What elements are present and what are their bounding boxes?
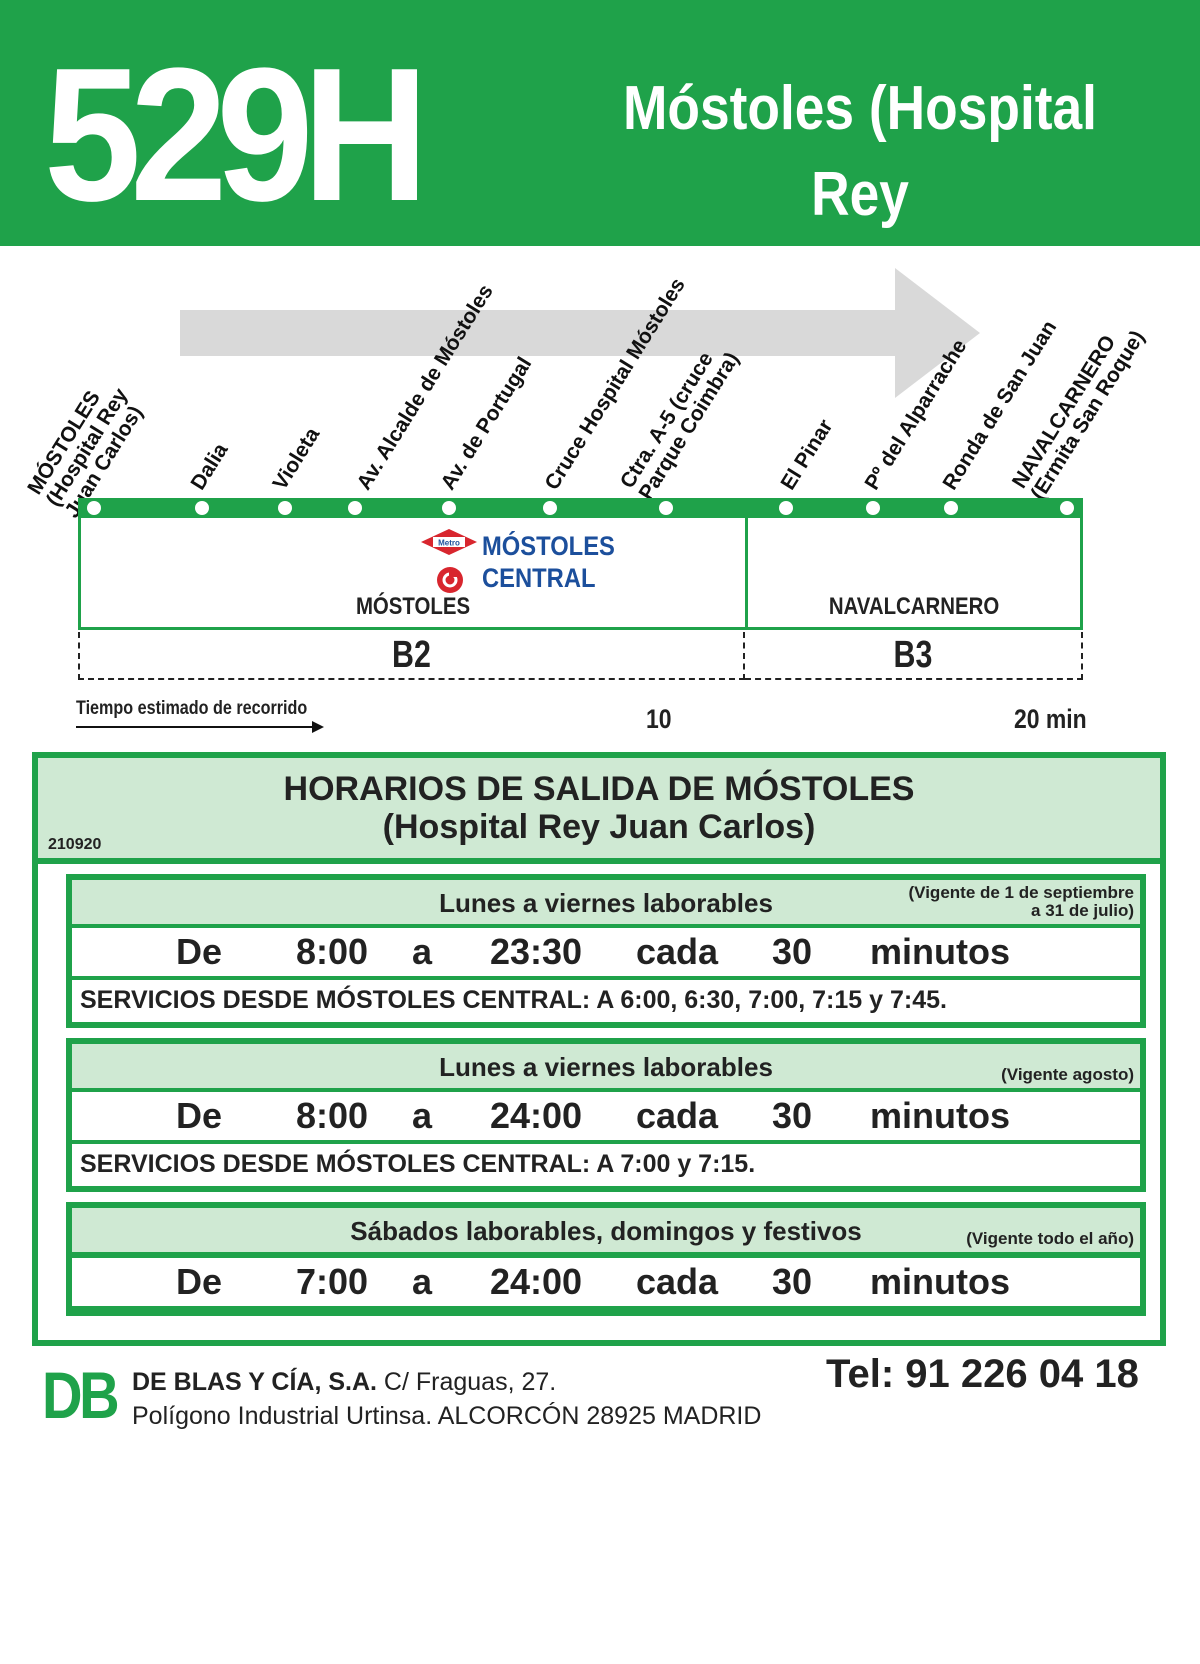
schedule-code: 210920 [48,836,102,853]
label-cada: cada [636,1095,719,1136]
fare-zone-b3: B3 [745,632,1083,680]
schedule-panel: HORARIOS DE SALIDA DE MÓSTOLES (Hospital… [32,752,1166,1346]
frequency-value: 30 [772,1261,813,1302]
block-header: Lunes a viernes laborables (Vigente de 1… [72,880,1140,924]
time-caption: Tiempo estimado de recorrido [76,698,308,719]
schedule-header: HORARIOS DE SALIDA DE MÓSTOLES (Hospital… [38,758,1160,858]
phone-number: Tel: 91 226 04 18 [826,1352,1139,1396]
time-from: 8:00 [296,1095,369,1136]
time-mark-10: 10 [646,704,672,734]
block-validity: (Vigente todo el año) [966,1229,1134,1248]
route-number: 529H [44,29,429,241]
stop-dot [87,501,101,515]
company-info: DE BLAS Y CÍA, S.A. C/ Fraguas, 27. Polí… [132,1365,761,1433]
company-logo: DB [42,1358,120,1432]
label-minutos: minutos [870,1261,1010,1302]
extra-services: SERVICIOS DESDE MÓSTOLES CENTRAL: A 7:00… [80,1150,756,1178]
stop-label-violeta: Violeta [268,423,325,494]
metro-badge-text: Metro [438,539,460,548]
stop-dot [278,501,292,515]
stop-label-el-pinar: El Pinar [776,415,838,494]
schedule-block-weekend: Sábados laborables, domingos y festivos … [66,1202,1146,1316]
schedule-title: HORARIOS DE SALIDA DE MÓSTOLES (Hospital… [283,770,915,846]
extra-services-row: SERVICIOS DESDE MÓSTOLES CENTRAL: A 7:00… [72,1144,1140,1186]
block-days: Lunes a viernes laborables [439,1052,773,1082]
frequency-value: 30 [772,1095,813,1136]
frequency-row: De 8:00 a 23:30 cada 30 minutos [72,928,1140,976]
stop-label-dalia: Dalia [186,439,233,494]
label-de: De [176,931,223,972]
label-cada: cada [636,931,719,972]
stop-dot [866,501,880,515]
extra-services: SERVICIOS DESDE MÓSTOLES CENTRAL: A 6:00… [80,986,947,1014]
label-de: De [176,1261,223,1302]
zone-name-mostoles: MÓSTOLES [355,593,471,620]
block-header: Sábados laborables, domingos y festivos … [72,1208,1140,1252]
time-from: 8:00 [296,931,369,972]
stop-dot [348,501,362,515]
frequency-row: De 7:00 a 24:00 cada 30 minutos [72,1258,1140,1306]
time-from: 7:00 [296,1261,369,1302]
direction-arrow-icon [180,268,980,398]
frequency-value: 30 [772,931,813,972]
stop-dot [195,501,209,515]
stop-dot [944,501,958,515]
time-to: 23:30 [490,931,583,972]
frequency-row: De 8:00 a 24:00 cada 30 minutos [72,1092,1140,1140]
label-de: De [176,1095,223,1136]
time-mark-20: 20 min [1014,704,1087,734]
header-banner: 529H Móstoles (Hospital Rey Juan Carlos)… [0,0,1200,401]
label-minutos: minutos [870,931,1010,972]
interchange-name: MÓSTOLES CENTRAL [482,531,615,593]
stop-dot [659,501,673,515]
zone-navalcarnero: NAVALCARNERO [745,518,1083,630]
label-minutos: minutos [870,1095,1010,1136]
company-name: DE BLAS Y CÍA, S.A. [132,1368,377,1396]
extra-services-row: SERVICIOS DESDE MÓSTOLES CENTRAL: A 6:00… [72,980,1140,1022]
time-to: 24:00 [490,1261,583,1302]
company-address-street: C/ Fraguas, 27. [383,1368,557,1396]
stop-dot [779,501,793,515]
label-a: a [412,931,433,972]
schedule-block-august: Lunes a viernes laborables (Vigente agos… [66,1038,1146,1192]
zone-name-navalcarnero: NAVALCARNERO [828,593,1000,620]
schedule-block-weekday: Lunes a viernes laborables (Vigente de 1… [66,874,1146,1028]
zone-mostoles: MÓSTOLES [78,518,748,630]
label-a: a [412,1095,433,1136]
company-address-city: Polígono Industrial Urtinsa. ALCORCÓN 28… [132,1402,762,1430]
stop-dot [543,501,557,515]
metro-logo-icon: Metro [421,529,477,555]
time-to: 24:00 [490,1095,583,1136]
stop-dot [1060,501,1074,515]
route-line [78,498,1083,518]
route-diagram: MÓSTOLES (Hospital Rey Juan Carlos) Dali… [0,246,1200,746]
block-validity: (Vigente agosto) [1001,1065,1134,1084]
stop-dot [442,501,456,515]
label-a: a [412,1261,433,1302]
schedule-body: Lunes a viernes laborables (Vigente de 1… [38,864,1160,1340]
route-name-line1: Móstoles (Hospital Rey [622,74,1097,229]
block-header: Lunes a viernes laborables (Vigente agos… [72,1044,1140,1088]
time-arrow-icon [76,721,324,733]
block-validity: (Vigente de 1 de septiembre a 31 de juli… [908,883,1134,920]
cercanias-logo-icon [437,567,463,593]
label-cada: cada [636,1261,719,1302]
fare-zone-b2: B2 [78,632,745,680]
